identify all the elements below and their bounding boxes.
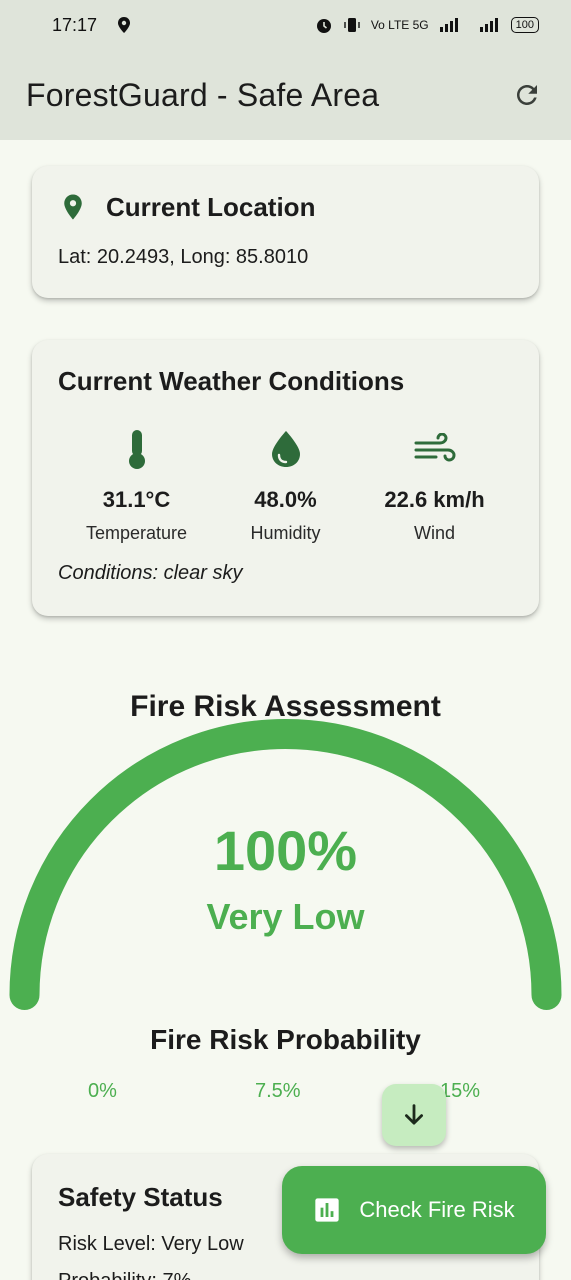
- weather-grid: 31.1°C Temperature 48.0% Humidity 22.6 k…: [58, 427, 513, 544]
- status-time: 17:17: [52, 14, 98, 35]
- weather-item-humidity: 48.0% Humidity: [211, 427, 360, 544]
- temperature-value: 31.1°C: [102, 487, 171, 512]
- alarm-icon: [316, 19, 331, 33]
- check-fire-risk-button[interactable]: Check Fire Risk: [282, 1166, 546, 1254]
- wind-label: Wind: [413, 523, 455, 543]
- weather-card: Current Weather Conditions 31.1°C Temper…: [32, 340, 539, 616]
- location-coordinates: Lat: 20.2493, Long: 85.8010: [58, 246, 309, 268]
- bar-chart-icon: [315, 1198, 340, 1222]
- wind-value: 22.6 km/h: [384, 487, 485, 512]
- arrow-down-icon: [405, 1104, 423, 1125]
- app-title: ForestGuard - Safe Area: [26, 76, 380, 113]
- wind-icon: [414, 433, 456, 462]
- humidity-label: Humidity: [250, 523, 321, 543]
- vibrate-icon: [344, 18, 360, 32]
- check-fire-risk-label: Check Fire Risk: [359, 1197, 515, 1222]
- signal-roaming-icon: [479, 18, 498, 32]
- location-pin-icon: [64, 194, 82, 220]
- probability-tick-max: 15%: [440, 1080, 481, 1102]
- gauge-risk-level: Very Low: [206, 896, 365, 937]
- refresh-button[interactable]: [507, 75, 547, 115]
- location-card: Current Location Lat: 20.2493, Long: 85.…: [32, 166, 539, 298]
- weather-item-wind: 22.6 km/h Wind: [360, 427, 509, 544]
- thermometer-icon: [128, 430, 145, 469]
- location-title: Current Location: [106, 191, 316, 222]
- gauge-percent: 100%: [213, 819, 358, 882]
- water-drop-icon: [271, 431, 300, 467]
- probability-title: Fire Risk Probability: [150, 1024, 421, 1055]
- status-bar: 17:17 Vo LTE 5G 100: [0, 0, 571, 50]
- notification-shield-icon: [118, 17, 131, 33]
- probability-tick-mid: 7.5%: [255, 1080, 301, 1102]
- humidity-value: 48.0%: [254, 487, 317, 512]
- refresh-icon: [517, 85, 537, 105]
- weather-title: Current Weather Conditions: [58, 366, 405, 396]
- safety-probability: Probability: 7%: [58, 1270, 513, 1280]
- network-indicators: Vo LTE 5G: [370, 18, 429, 32]
- gauge-title: Fire Risk Assessment: [130, 690, 441, 723]
- signal-icon: [439, 18, 458, 32]
- weather-conditions: Conditions: clear sky: [58, 562, 243, 584]
- app-bar: ForestGuard - Safe Area: [0, 50, 571, 140]
- battery-indicator: 100: [510, 17, 539, 33]
- probability-tick-min: 0%: [88, 1080, 117, 1102]
- scroll-down-button[interactable]: [382, 1084, 446, 1146]
- temperature-label: Temperature: [85, 523, 188, 543]
- weather-item-temperature: 31.1°C Temperature: [62, 427, 211, 544]
